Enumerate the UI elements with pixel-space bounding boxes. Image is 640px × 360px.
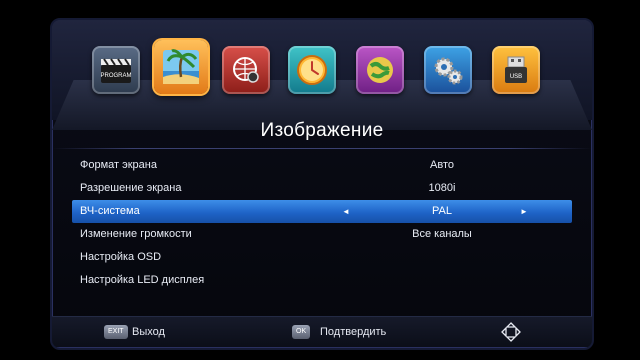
setting-label: Настройка LED дисплея [80, 274, 205, 286]
system-icon[interactable] [424, 46, 472, 94]
settings-list: Формат экрана Авто Разрешение экрана 108… [72, 154, 572, 292]
setting-value: 1080i [428, 182, 456, 194]
image-icon[interactable] [154, 40, 208, 94]
page-title: Изображение [260, 120, 384, 141]
usb-icon[interactable]: USB [492, 46, 540, 94]
footer-bar: EXIT Выход OK Подтвердить [52, 316, 592, 347]
title-divider [52, 148, 592, 149]
ok-hint: Подтвердить [320, 326, 387, 338]
program-icon[interactable]: PROGRAM [92, 46, 140, 94]
settings-window: PROGRAM USB Изображение Формат экрана Ав… [50, 18, 594, 350]
setting-row-osd[interactable]: Настройка OSD [72, 246, 572, 269]
setting-label: Формат экрана [80, 159, 157, 171]
setting-value: Авто [430, 159, 454, 171]
arrow-right-icon[interactable]: ► [520, 200, 528, 223]
menu-icon-bar: PROGRAM USB [88, 40, 568, 124]
time-icon[interactable] [288, 46, 336, 94]
setting-value: Все каналы [412, 228, 472, 240]
option-icon[interactable] [356, 46, 404, 94]
setting-row-volume-change[interactable]: Изменение громкости Все каналы [72, 223, 572, 246]
ok-key-icon[interactable]: OK [292, 325, 311, 339]
exit-hint: Выход [132, 326, 165, 338]
exit-key-icon[interactable]: EXIT [104, 325, 128, 339]
setting-label: Изменение громкости [80, 228, 192, 240]
setting-row-screen-format[interactable]: Формат экрана Авто [72, 154, 572, 177]
arrow-left-icon[interactable]: ◄ [342, 200, 350, 223]
svg-text:PROGRAM: PROGRAM [100, 73, 131, 79]
svg-text:USB: USB [510, 74, 522, 80]
setting-row-led-display[interactable]: Настройка LED дисплея [72, 269, 572, 292]
setting-value: PAL [432, 205, 452, 217]
setting-label: ВЧ-система [80, 205, 140, 217]
setting-row-resolution[interactable]: Разрешение экрана 1080i [72, 177, 572, 200]
navigation-arrows-icon [501, 322, 521, 342]
setting-label: Разрешение экрана [80, 182, 182, 194]
search-icon[interactable] [222, 46, 270, 94]
setting-label: Настройка OSD [80, 251, 162, 263]
setting-row-rf-system[interactable]: ВЧ-система ◄ PAL ► [72, 200, 572, 223]
